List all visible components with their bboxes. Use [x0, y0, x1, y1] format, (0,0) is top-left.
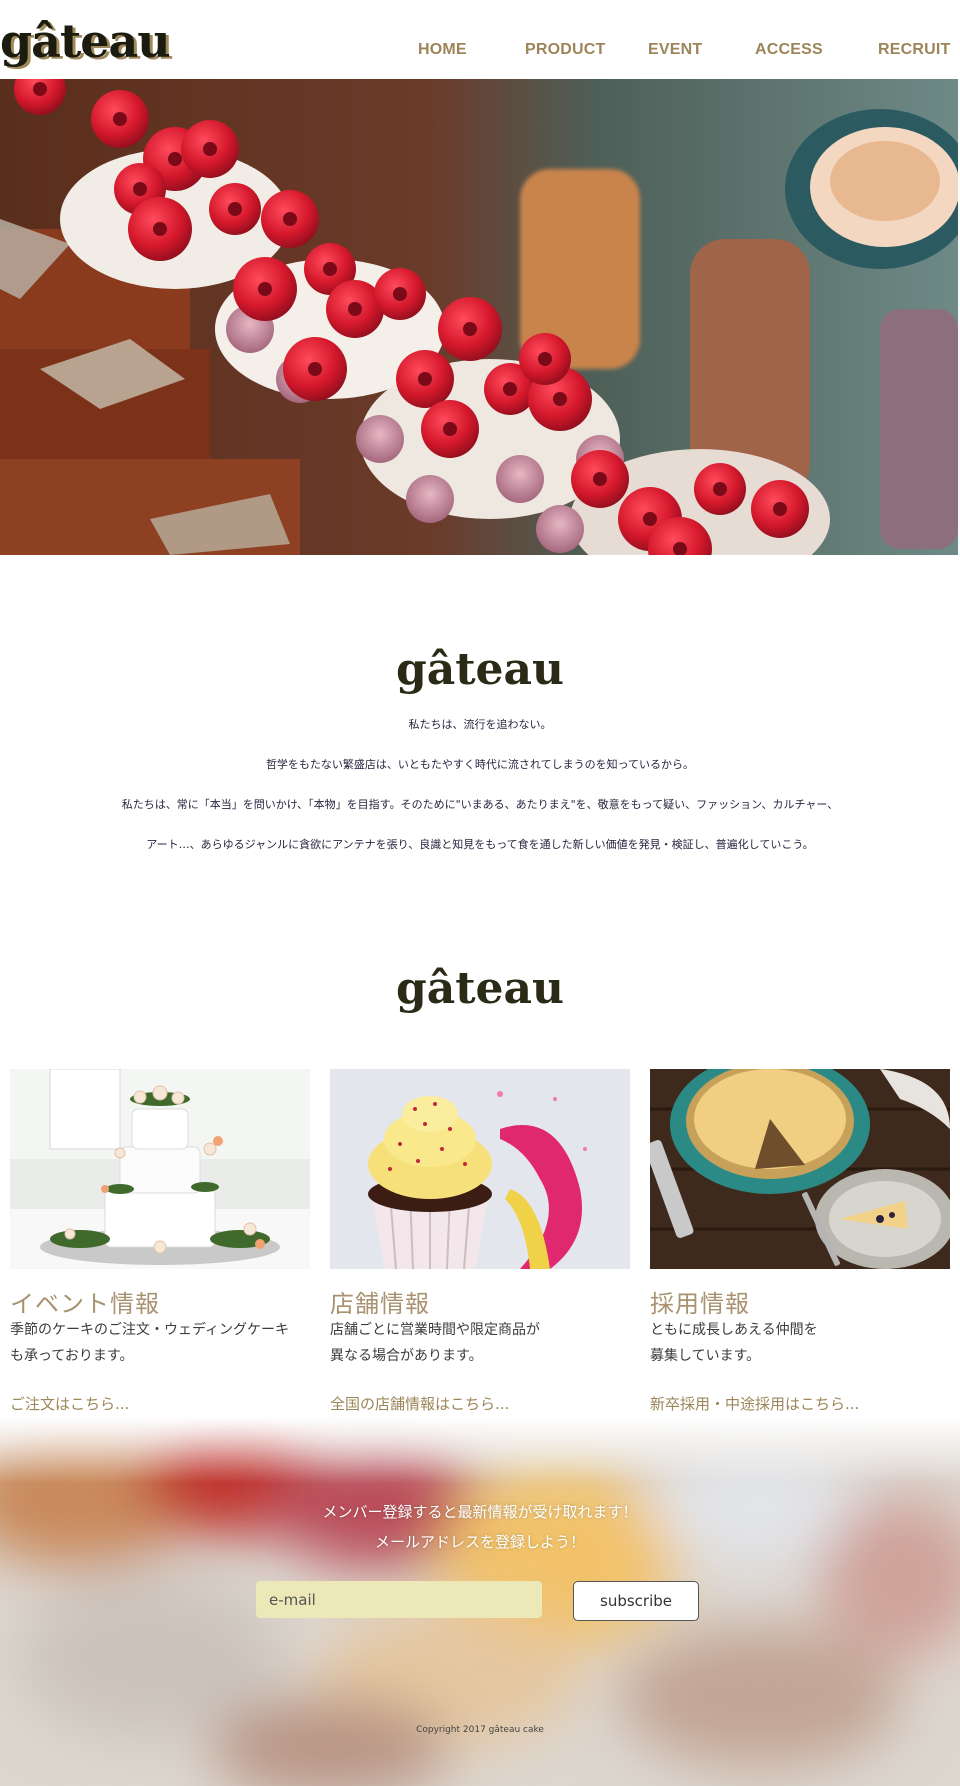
products-logo: gâteau — [395, 963, 565, 1014]
raspberry-hole — [713, 482, 727, 496]
recruit-title: 採用情報 — [650, 1290, 750, 1318]
raspberry-hole — [168, 152, 182, 166]
subscribe-button[interactable]: subscribe — [573, 1581, 699, 1621]
nav-access[interactable]: ACCESS — [755, 41, 823, 59]
nav-event[interactable]: EVENT — [648, 41, 702, 59]
about-line-4: アート…、あらゆるジャンルに貪欲にアンテナを張り、良識と知見をもって食を通した新… — [146, 838, 814, 851]
store-info-link[interactable]: 全国の店舗情報はこちら... — [330, 1393, 509, 1414]
raspberry-hole — [418, 372, 432, 386]
raspberry-hole — [393, 287, 407, 301]
raspberry-hole — [203, 142, 217, 156]
raspberry-hole — [773, 502, 787, 516]
raspberry-hole — [33, 82, 47, 96]
raspberry-hole — [443, 422, 457, 436]
event-title: イベント情報 — [10, 1290, 160, 1318]
email-input[interactable] — [256, 1581, 542, 1618]
raspberry-hole — [228, 202, 242, 216]
nav-home[interactable]: HOME — [418, 41, 467, 59]
about-line-2: 哲学をもたない繁盛店は、いともたやすく時代に流されてしまうのを知っているから。 — [265, 758, 695, 771]
site-logo[interactable]: gâteau — [0, 14, 171, 68]
raspberry-hole — [463, 322, 477, 336]
cupcake-image — [330, 1069, 630, 1269]
raspberry-hole — [153, 222, 167, 236]
about-line-1: 私たちは、流行を追わない。 — [408, 718, 552, 731]
nav-recruit[interactable]: RECRUIT — [878, 41, 951, 59]
raspberry-hole — [308, 362, 322, 376]
pink-raspberry — [406, 475, 454, 523]
raspberry-hole — [643, 512, 657, 526]
pink-raspberry — [496, 455, 544, 503]
site-header: gâteau HOME PRODUCT EVENT ACCESS RECRUIT — [0, 0, 960, 79]
pink-raspberry — [536, 505, 584, 553]
event-order-link[interactable]: ご注文はこちら... — [10, 1393, 129, 1414]
about-logo: gâteau — [395, 644, 565, 695]
pink-raspberry — [356, 415, 404, 463]
newsletter-line-1: メンバー登録すると最新情報が受け取れます！ — [322, 1503, 638, 1521]
raspberry-hole — [593, 472, 607, 486]
hero-cake-illustration — [0, 79, 958, 555]
raspberry-hole — [538, 352, 552, 366]
raspberry-hole — [283, 212, 297, 226]
recruit-link[interactable]: 新卒採用・中途採用はこちら... — [650, 1393, 859, 1414]
nav-product[interactable]: PRODUCT — [525, 41, 606, 59]
raspberry-hole — [113, 112, 127, 126]
raspberry-hole — [553, 392, 567, 406]
wedding-cake-image — [10, 1069, 310, 1269]
raspberry-hole — [503, 382, 517, 396]
store-desc: 店舗ごとに営業時間や限定商品が 異なる場合があります。 — [330, 1322, 540, 1364]
raspberry-hole — [258, 282, 272, 296]
recruit-desc: ともに成長しあえる仲間を 募集しています。 — [650, 1322, 818, 1364]
raspberry-hole — [348, 302, 362, 316]
raspberry-hole — [133, 182, 147, 196]
raspberry-hole — [323, 262, 337, 276]
store-title: 店舗情報 — [330, 1290, 430, 1318]
newsletter-section: メンバー登録すると最新情報が受け取れます！ メールアドレスを登録しよう！ sub… — [0, 1417, 960, 1786]
event-desc: 季節のケーキのご注文・ウェディングケーキ も承っております。 — [10, 1322, 290, 1364]
copyright: Copyright 2017 gâteau cake — [416, 1725, 544, 1735]
newsletter-line-2: メールアドレスを登録しよう！ — [374, 1533, 585, 1551]
about-line-3: 私たちは、常に「本当」を問いかけ、「本物」を目指す。そのために"いまある、あたり… — [121, 798, 839, 811]
hero-image — [0, 79, 958, 555]
cheesecake-image — [650, 1069, 950, 1269]
